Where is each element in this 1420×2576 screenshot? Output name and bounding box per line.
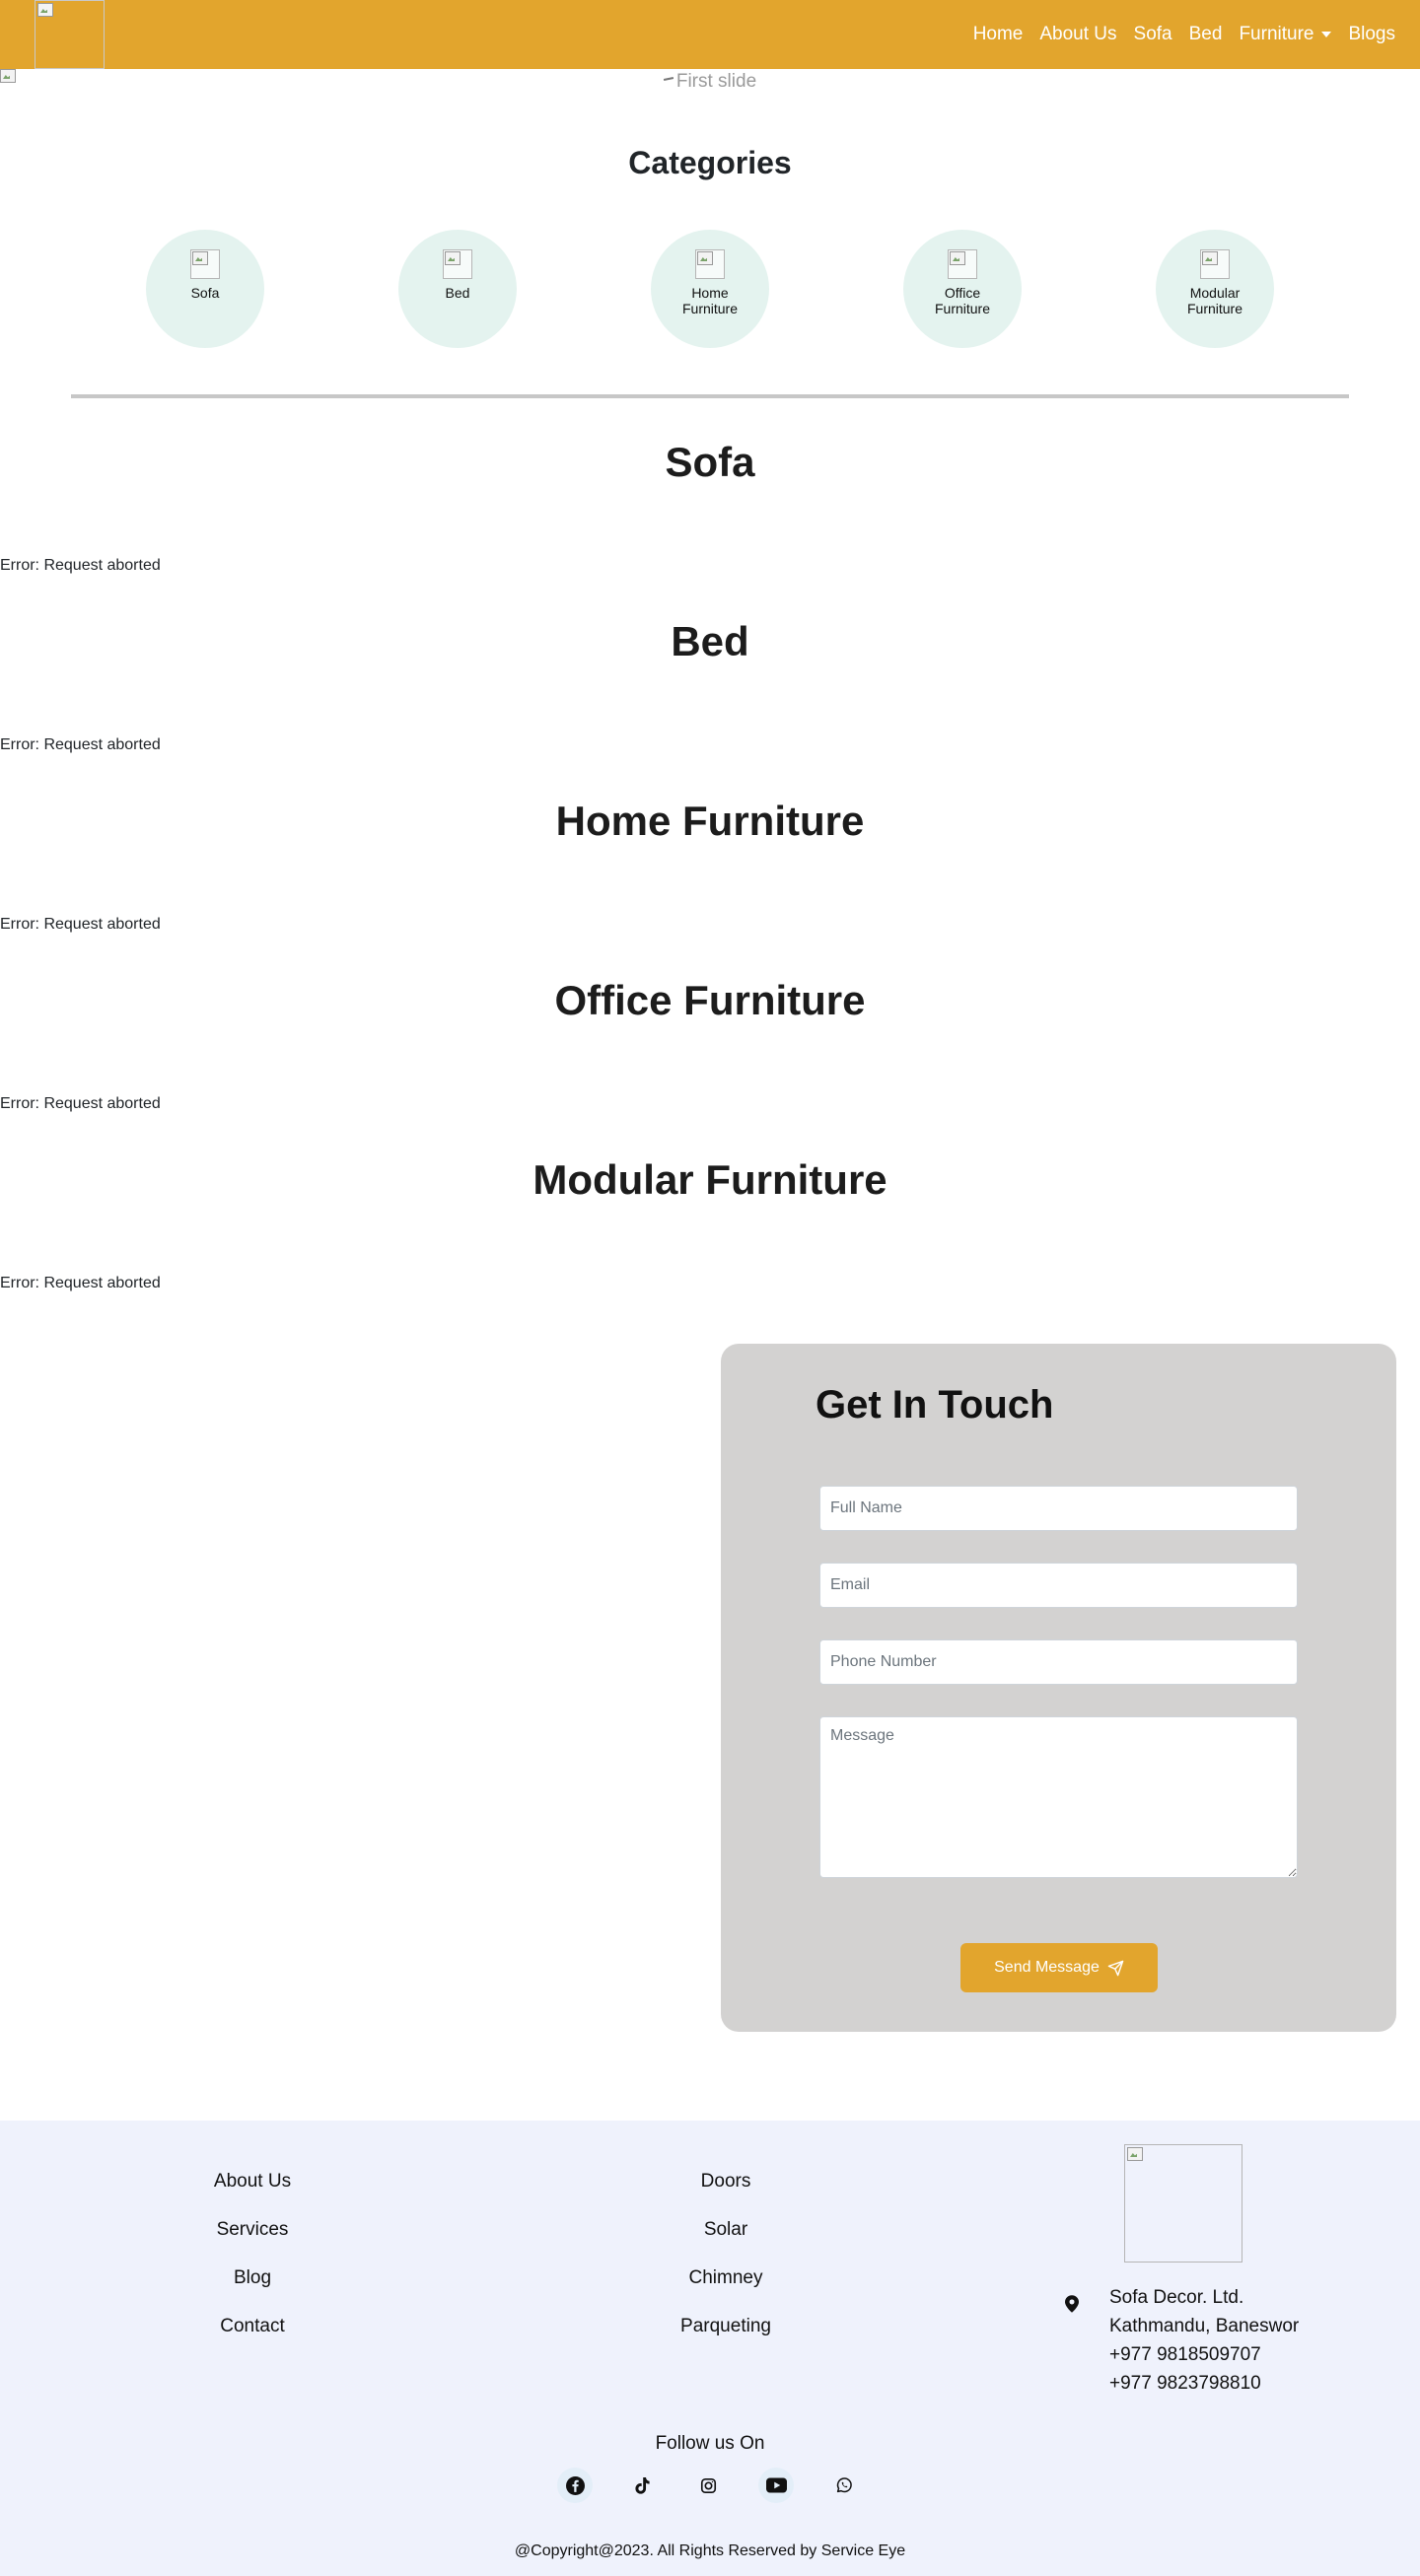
section-title-sofa: Sofa: [665, 439, 755, 485]
error-message: Error: Request aborted: [0, 1275, 161, 1291]
category-image: [190, 249, 220, 279]
category-image: [1200, 249, 1230, 279]
nav-link-home[interactable]: Home: [973, 24, 1024, 45]
follow-us-label: Follow us On: [655, 2433, 765, 2454]
facebook-icon[interactable]: [557, 2468, 593, 2503]
broken-image-icon: [1202, 251, 1218, 267]
broken-image-icon: [664, 74, 675, 88]
company-address: Kathmandu, Baneswor: [1109, 2316, 1300, 2336]
tiktok-icon[interactable]: [624, 2468, 660, 2503]
send-message-button[interactable]: Send Message: [960, 1943, 1158, 1992]
paper-plane-icon: [1107, 1960, 1124, 1976]
footer-link-parqueting[interactable]: Parqueting: [607, 2316, 844, 2337]
hero-image-alt: First slide: [0, 71, 1420, 93]
footer: About Us Services Blog Contact Doors Sol…: [0, 2121, 1420, 2576]
logo-image[interactable]: [35, 0, 105, 69]
error-message: Error: Request aborted: [0, 916, 161, 933]
section-divider: [71, 394, 1349, 398]
category-office-furniture[interactable]: Office Furniture: [903, 230, 1022, 348]
copyright-text: @Copyright@2023. All Rights Reserved by …: [514, 2542, 906, 2559]
nav-links: Home About Us Sofa Bed Furniture Blogs: [973, 0, 1395, 69]
category-label: Office Furniture: [934, 285, 991, 316]
category-modular-furniture[interactable]: Modular Furniture: [1156, 230, 1274, 348]
navbar: Home About Us Sofa Bed Furniture Blogs: [0, 0, 1420, 69]
contact-title: Get In Touch: [816, 1383, 1054, 1427]
youtube-icon[interactable]: [758, 2468, 794, 2503]
section-title-office-furniture: Office Furniture: [554, 977, 866, 1023]
company-phone: +977 9823798810: [1109, 2373, 1261, 2394]
categories-title: Categories: [628, 145, 792, 180]
broken-image-icon: [37, 3, 53, 19]
category-label: Bed: [445, 285, 470, 301]
contact-form-card: Get In Touch Send Message: [721, 1344, 1396, 2032]
footer-link-chimney[interactable]: Chimney: [607, 2267, 844, 2289]
category-sofa[interactable]: Sofa: [146, 230, 264, 348]
category-home-furniture[interactable]: Home Furniture: [651, 230, 769, 348]
nav-link-bed[interactable]: Bed: [1189, 24, 1223, 45]
company-name: Sofa Decor. Ltd.: [1109, 2287, 1244, 2308]
hero-alt-text: First slide: [675, 71, 757, 92]
broken-image-icon: [1127, 2147, 1143, 2163]
category-image: [695, 249, 725, 279]
whatsapp-icon[interactable]: [826, 2468, 862, 2503]
category-label: Sofa: [190, 285, 220, 301]
full-name-input[interactable]: [819, 1486, 1298, 1531]
footer-link-doors[interactable]: Doors: [607, 2171, 844, 2193]
broken-image-icon: [950, 251, 965, 267]
caret-down-icon: [1321, 32, 1332, 37]
footer-link-services[interactable]: Services: [134, 2219, 371, 2241]
error-message: Error: Request aborted: [0, 736, 161, 753]
nav-link-about-us[interactable]: About Us: [1039, 24, 1116, 45]
section-title-bed: Bed: [671, 618, 749, 664]
nav-link-furniture-label: Furniture: [1239, 24, 1314, 44]
error-message: Error: Request aborted: [0, 1095, 161, 1112]
footer-link-blog[interactable]: Blog: [134, 2267, 371, 2289]
footer-link-about-us[interactable]: About Us: [134, 2171, 371, 2193]
email-input[interactable]: [819, 1563, 1298, 1608]
broken-image-icon: [192, 251, 208, 267]
broken-image-icon: [697, 251, 713, 267]
footer-logo[interactable]: [1124, 2144, 1242, 2263]
nav-link-blogs[interactable]: Blogs: [1348, 24, 1395, 45]
category-image: [443, 249, 472, 279]
phone-number-input[interactable]: [819, 1639, 1298, 1685]
footer-link-contact[interactable]: Contact: [134, 2316, 371, 2337]
category-image: [948, 249, 977, 279]
error-message: Error: Request aborted: [0, 557, 161, 574]
category-label: Home Furniture: [681, 285, 739, 316]
company-phone: +977 9818509707: [1109, 2344, 1261, 2365]
hero-carousel: First slide: [0, 69, 1420, 95]
send-message-label: Send Message: [994, 1959, 1100, 1976]
category-bed[interactable]: Bed: [398, 230, 517, 348]
section-title-home-furniture: Home Furniture: [555, 798, 865, 844]
category-label: Modular Furniture: [1186, 285, 1243, 316]
message-textarea[interactable]: [819, 1716, 1298, 1878]
nav-dropdown-furniture[interactable]: Furniture: [1239, 24, 1332, 45]
location-pin-icon: [1065, 2295, 1079, 2313]
nav-link-sofa[interactable]: Sofa: [1134, 24, 1172, 45]
section-title-modular-furniture: Modular Furniture: [532, 1156, 888, 1203]
broken-image-icon: [445, 251, 461, 267]
instagram-icon[interactable]: [690, 2468, 726, 2503]
footer-link-solar[interactable]: Solar: [607, 2219, 844, 2241]
